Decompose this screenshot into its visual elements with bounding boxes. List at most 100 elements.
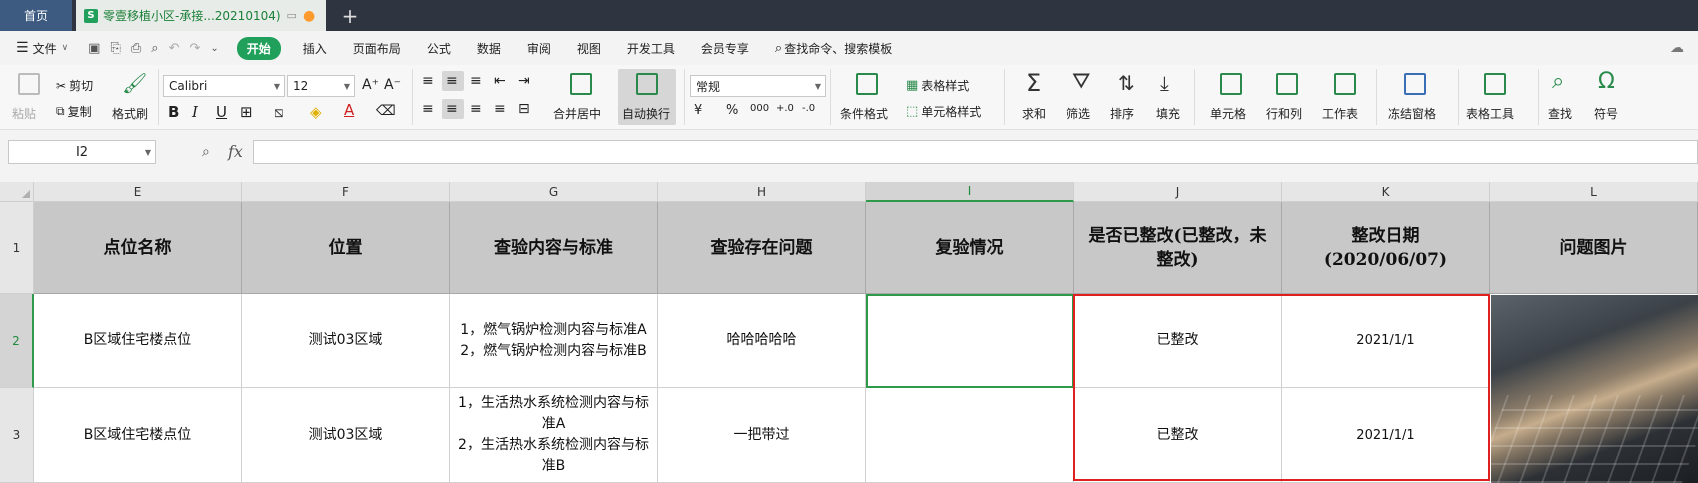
problem-photo[interactable] bbox=[1491, 295, 1698, 483]
select-all-corner[interactable] bbox=[0, 182, 34, 202]
header-cell[interactable]: 点位名称 bbox=[34, 202, 242, 294]
underline-icon[interactable]: U bbox=[216, 103, 227, 121]
active-cell-i2[interactable] bbox=[866, 294, 1074, 388]
tab-home[interactable]: 首页 bbox=[0, 0, 72, 31]
cut-button[interactable]: ✂ 剪切 bbox=[56, 77, 93, 94]
tab-developer[interactable]: 开发工具 bbox=[627, 40, 675, 57]
number-format-select[interactable]: 常规 ▼ bbox=[690, 75, 826, 97]
align-bottom-icon[interactable]: ≡ bbox=[470, 73, 482, 89]
conditional-format-button[interactable]: 条件格式 bbox=[840, 105, 888, 122]
header-cell[interactable]: 查验存在问题 bbox=[658, 202, 866, 294]
row-header-3[interactable]: 3 bbox=[0, 388, 34, 483]
decrease-decimal-icon[interactable]: -.0 bbox=[802, 103, 815, 114]
tab-view[interactable]: 视图 bbox=[577, 40, 601, 57]
table-tools-button[interactable]: 表格工具 bbox=[1466, 105, 1514, 122]
fill-style-icon[interactable]: ⧅ bbox=[274, 103, 284, 121]
tab-formulas[interactable]: 公式 bbox=[427, 40, 451, 57]
table-cell[interactable]: 已整改 bbox=[1074, 388, 1282, 483]
align-top-icon[interactable]: ≡ bbox=[422, 73, 434, 89]
tab-start[interactable]: 开始 bbox=[236, 36, 281, 60]
row-header-2[interactable]: 2 bbox=[0, 294, 34, 388]
header-cell[interactable]: 位置 bbox=[242, 202, 450, 294]
bold-icon[interactable]: B bbox=[168, 103, 179, 121]
sum-button[interactable]: 求和 bbox=[1022, 105, 1046, 122]
fill-color-icon[interactable]: ◈ bbox=[310, 103, 322, 121]
font-name-select[interactable]: Calibri ▼ bbox=[163, 75, 285, 97]
name-box[interactable]: I2 ▼ bbox=[8, 140, 156, 164]
export-icon[interactable]: ⎘ bbox=[110, 41, 120, 56]
align-left-icon[interactable]: ≡ bbox=[422, 101, 434, 117]
table-cell[interactable]: 一把带过 bbox=[658, 388, 866, 483]
table-cell[interactable]: 1，燃气锅炉检测内容与标准A 2，燃气锅炉检测内容与标准B bbox=[450, 294, 658, 388]
tab-data[interactable]: 数据 bbox=[477, 40, 501, 57]
column-header-h[interactable]: H bbox=[658, 182, 866, 202]
header-cell[interactable]: 整改日期(2020/06/07) bbox=[1282, 202, 1490, 294]
copy-button[interactable]: ⧉ 复制 bbox=[56, 103, 92, 120]
column-header-f[interactable]: F bbox=[242, 182, 450, 202]
formula-input[interactable] bbox=[253, 140, 1698, 164]
save-icon[interactable]: ▣ bbox=[88, 41, 100, 56]
worksheet-button[interactable]: 工作表 bbox=[1322, 105, 1358, 122]
redo-icon[interactable]: ↷ bbox=[189, 41, 200, 56]
font-size-select[interactable]: 12 ▼ bbox=[287, 75, 355, 97]
table-cell[interactable] bbox=[866, 388, 1074, 483]
merge-center-button[interactable]: 合并居中 bbox=[553, 105, 601, 122]
sort-button[interactable]: 排序 bbox=[1110, 105, 1134, 122]
column-header-i[interactable]: I bbox=[866, 182, 1074, 202]
align-center-icon[interactable]: ≡ bbox=[446, 101, 458, 117]
table-cell[interactable]: 1，生活热水系统检测内容与标准A 2，生活热水系统检测内容与标准B bbox=[450, 388, 658, 483]
row-header-1[interactable]: 1 bbox=[0, 202, 34, 294]
freeze-panes-button[interactable]: 冻结窗格 bbox=[1388, 105, 1436, 122]
table-cell[interactable]: 测试03区域 bbox=[242, 388, 450, 483]
header-cell[interactable]: 是否已整改(已整改，未整改) bbox=[1074, 202, 1282, 294]
clear-format-icon[interactable]: ⌫ bbox=[376, 103, 396, 119]
cell-style-button[interactable]: ⬚ 单元格样式 bbox=[906, 103, 981, 120]
column-header-l[interactable]: L bbox=[1490, 182, 1698, 202]
increase-font-icon[interactable]: A⁺ bbox=[362, 77, 379, 93]
paste-button[interactable]: 粘贴 bbox=[12, 105, 36, 122]
tab-member[interactable]: 会员专享 bbox=[701, 40, 749, 57]
table-cell[interactable]: B区域住宅楼点位 bbox=[34, 388, 242, 483]
distributed-icon[interactable]: ⊟ bbox=[518, 101, 530, 117]
fx-icon[interactable]: fx bbox=[228, 142, 243, 161]
decrease-font-icon[interactable]: A⁻ bbox=[384, 77, 401, 93]
tab-insert[interactable]: 插入 bbox=[303, 40, 327, 57]
table-cell[interactable]: 2021/1/1 bbox=[1282, 388, 1490, 483]
table-cell[interactable]: 哈哈哈哈哈 bbox=[658, 294, 866, 388]
fill-button[interactable]: 填充 bbox=[1156, 105, 1180, 122]
header-cell[interactable]: 复验情况 bbox=[866, 202, 1074, 294]
customize-icon[interactable]: ⌄ bbox=[210, 43, 218, 54]
file-menu[interactable]: ☰ 文件 ∨ bbox=[16, 40, 68, 57]
column-header-j[interactable]: J bbox=[1074, 182, 1282, 202]
table-cell[interactable]: 已整改 bbox=[1074, 294, 1282, 388]
filter-button[interactable]: 筛选 bbox=[1066, 105, 1090, 122]
indent-decrease-icon[interactable]: ⇤ bbox=[494, 73, 506, 89]
new-tab-button[interactable]: + bbox=[336, 0, 364, 31]
table-style-button[interactable]: ▦ 表格样式 bbox=[906, 77, 969, 94]
percent-icon[interactable]: % bbox=[726, 103, 738, 118]
zoom-icon[interactable]: ⌕ bbox=[202, 144, 210, 160]
wrap-text-button[interactable]: 自动换行 bbox=[622, 105, 670, 122]
tab-document[interactable]: S 零壹移植小区-承接...20210104) ▭ ● bbox=[76, 0, 326, 31]
cloud-sync-icon[interactable]: ☁ bbox=[1670, 40, 1684, 56]
table-cell[interactable]: 测试03区域 bbox=[242, 294, 450, 388]
tab-page-layout[interactable]: 页面布局 bbox=[353, 40, 401, 57]
align-middle-icon[interactable]: ≡ bbox=[446, 73, 458, 89]
rows-cols-button[interactable]: 行和列 bbox=[1266, 105, 1302, 122]
header-cell[interactable]: 问题图片 bbox=[1490, 202, 1698, 294]
cells-button[interactable]: 单元格 bbox=[1210, 105, 1246, 122]
format-painter-button[interactable]: 格式刷 bbox=[112, 105, 148, 122]
thousands-icon[interactable]: 000 bbox=[750, 103, 769, 114]
increase-decimal-icon[interactable]: +.0 bbox=[776, 103, 794, 114]
table-cell[interactable]: 2021/1/1 bbox=[1282, 294, 1490, 388]
align-right-icon[interactable]: ≡ bbox=[470, 101, 482, 117]
column-header-g[interactable]: G bbox=[450, 182, 658, 202]
indent-increase-icon[interactable]: ⇥ bbox=[518, 73, 530, 89]
find-button[interactable]: 查找 bbox=[1548, 105, 1572, 122]
print-preview-icon[interactable]: ⌕ bbox=[151, 41, 158, 56]
font-color-icon[interactable]: A bbox=[344, 101, 354, 119]
symbol-button[interactable]: 符号 bbox=[1594, 105, 1618, 122]
tab-review[interactable]: 审阅 bbox=[527, 40, 551, 57]
table-cell[interactable]: B区域住宅楼点位 bbox=[34, 294, 242, 388]
column-header-k[interactable]: K bbox=[1282, 182, 1490, 202]
